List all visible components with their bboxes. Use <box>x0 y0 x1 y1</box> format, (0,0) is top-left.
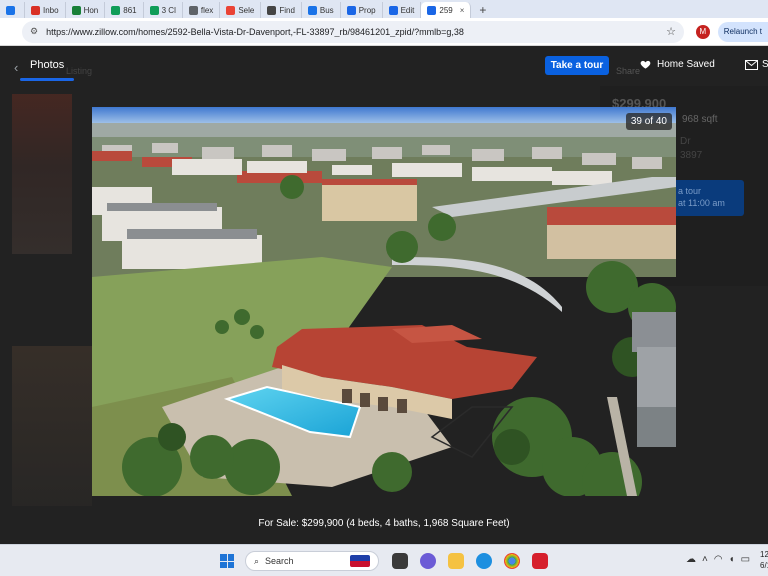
tab-label: flex <box>200 5 214 15</box>
zillow-photo-viewer: $299,900 968 sqft Dr 3897 a tour at 11:0… <box>0 46 768 544</box>
flag-icon <box>350 555 370 567</box>
viewer-header: ‹ Photos Listing Take a tour Share Home … <box>0 46 768 86</box>
taskbar-clock[interactable]: 12 6/1 <box>760 549 768 571</box>
tab-label: Hon <box>83 5 99 15</box>
edge-icon[interactable] <box>476 553 492 569</box>
browser-toolbar: ⚙ https://www.zillow.com/homes/2592-Bell… <box>0 18 768 46</box>
background-thumbnail <box>12 346 92 506</box>
tab-listing[interactable]: Listing <box>66 66 92 76</box>
tab-favicon-icon <box>188 5 198 15</box>
active-tab-indicator <box>20 78 74 81</box>
browser-tab[interactable]: flex <box>183 2 221 18</box>
browser-tab[interactable]: 861 <box>105 2 144 18</box>
browser-tab[interactable]: Inbo <box>25 2 66 18</box>
tab-favicon-icon <box>71 5 81 15</box>
volume-icon[interactable]: ◖ <box>729 554 735 565</box>
home-saved-label: Home Saved <box>657 59 715 70</box>
file-explorer-icon[interactable] <box>448 553 464 569</box>
home-saved-button[interactable]: Home Saved <box>640 59 715 70</box>
browser-tab[interactable]: Bus <box>302 2 341 18</box>
taskbar-search-label: Search <box>265 556 294 566</box>
tab-favicon-icon <box>149 5 159 15</box>
tab-label: 259 <box>439 5 453 15</box>
tab-label: Sele <box>238 5 255 15</box>
tab-label: Find <box>279 5 295 15</box>
tab-favicon-icon <box>226 5 236 15</box>
close-tab-icon[interactable]: × <box>460 6 465 15</box>
address-bar[interactable]: ⚙ https://www.zillow.com/homes/2592-Bell… <box>22 20 684 43</box>
weather-icon: ☁ <box>686 554 696 565</box>
browser-tab[interactable]: 259 × <box>421 2 472 18</box>
take-a-tour-button[interactable]: Take a tour <box>545 56 609 75</box>
tab-label: 3 Cl <box>161 5 176 15</box>
tab-favicon-icon <box>267 5 277 15</box>
listing-photo[interactable]: 39 of 40 <box>92 107 676 496</box>
taskbar-search-input[interactable]: ⌕ Search <box>245 551 379 571</box>
back-chevron-icon[interactable]: ‹ <box>14 60 18 75</box>
system-tray[interactable]: ☁ ˄ ◠ ◖ ▭ <box>686 554 750 565</box>
envelope-icon <box>745 59 758 70</box>
background-thumbnail <box>12 94 72 254</box>
battery-icon[interactable]: ▭ <box>741 554 750 565</box>
tab-favicon-icon <box>31 5 40 15</box>
email-share-button[interactable]: S <box>745 59 768 70</box>
bookmark-star-icon[interactable]: ☆ <box>666 25 676 38</box>
new-tab-button[interactable]: + <box>471 2 494 18</box>
browser-tab[interactable]: Edit <box>383 2 422 18</box>
tab-favicon-icon <box>346 5 356 15</box>
search-icon: ⌕ <box>254 555 260 566</box>
tab-label: Bus <box>319 5 334 15</box>
relaunch-button[interactable]: Relaunch t <box>717 21 768 42</box>
tab-label: 861 <box>123 5 137 15</box>
background-tour-button: a tour at 11:00 am <box>672 180 744 216</box>
site-info-icon[interactable]: ⚙ <box>30 26 38 37</box>
tab-label: Edit <box>400 5 415 15</box>
background-sqft: 968 sqft <box>682 114 718 125</box>
tab-favicon-icon <box>388 5 398 15</box>
browser-tab[interactable]: Sele <box>220 2 262 18</box>
tab-favicon-icon <box>6 5 15 15</box>
clock-time: 12 <box>760 550 768 559</box>
chrome-icon[interactable] <box>504 553 520 569</box>
tab-favicon-icon <box>427 5 437 15</box>
profile-avatar[interactable]: M <box>695 24 710 39</box>
browser-tab[interactable]: Hon <box>66 2 106 18</box>
tab-label: Prop <box>358 5 376 15</box>
app-icon[interactable] <box>532 553 548 569</box>
browser-tab-strip: Inbo Hon 861 3 Cl flex Sele Find Bus Prop Edit 259… <box>0 0 768 18</box>
share-button[interactable]: Share <box>616 66 640 76</box>
clock-date: 6/1 <box>760 561 768 570</box>
browser-tab[interactable]: Prop <box>341 2 383 18</box>
tab-favicon-icon <box>111 5 121 15</box>
chevron-up-icon[interactable]: ˄ <box>702 554 708 565</box>
aerial-pool-clubhouse-image <box>92 107 676 496</box>
browser-tab[interactable]: Find <box>261 2 302 18</box>
heart-icon <box>640 60 651 69</box>
wifi-icon[interactable]: ◠ <box>714 554 723 565</box>
chat-icon[interactable] <box>420 553 436 569</box>
tab-favicon-icon <box>307 5 317 15</box>
photo-caption: For Sale: $299,900 (4 beds, 4 baths, 1,9… <box>258 518 510 529</box>
browser-tab[interactable]: 3 Cl <box>144 2 183 18</box>
windows-start-icon[interactable] <box>220 554 234 568</box>
tab-label: Inbo <box>43 5 59 15</box>
background-tour-label: a tour <box>678 186 702 196</box>
url-text[interactable]: https://www.zillow.com/homes/2592-Bella-… <box>46 27 666 37</box>
task-view-icon[interactable] <box>392 553 408 569</box>
photo-counter: 39 of 40 <box>625 113 672 130</box>
background-tour-time: at 11:00 am <box>678 198 725 208</box>
email-share-label: S <box>762 59 768 70</box>
background-address: Dr <box>680 136 691 147</box>
windows-taskbar: ⌕ Search ☁ ˄ ◠ ◖ ▭ 12 6/1 <box>0 544 768 576</box>
tab-photos[interactable]: Photos <box>30 59 64 71</box>
background-zip: 3897 <box>680 150 703 161</box>
browser-tab[interactable] <box>0 2 25 18</box>
